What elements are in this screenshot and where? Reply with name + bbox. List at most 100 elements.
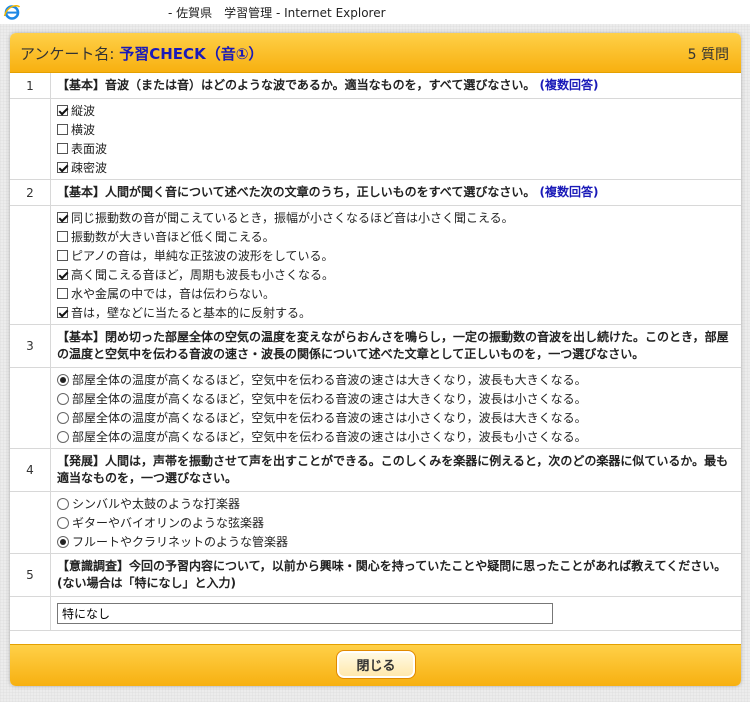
close-button[interactable]: 閉じる bbox=[336, 650, 416, 679]
checkbox-checked[interactable] bbox=[57, 162, 68, 173]
survey-footer: 閉じる bbox=[10, 644, 741, 686]
radio-option[interactable]: フルートやクラリネットのような管楽器 bbox=[57, 532, 735, 551]
question-row: 4 【発展】人間は，声帯を振動させて声を出すことができる。このしくみを楽器に例える… bbox=[10, 448, 741, 492]
radio-unselected[interactable] bbox=[57, 497, 69, 510]
checkbox-option[interactable]: 横波 bbox=[57, 120, 735, 139]
survey-panel: アンケート名: 予習CHECK（音①） 5 質問 1 【基本】音波（または音）はど… bbox=[10, 33, 741, 686]
option-label: 振動数が大きい音ほど低く聞こえる。 bbox=[71, 230, 275, 244]
option-label: ギターやバイオリンのような弦楽器 bbox=[72, 516, 265, 530]
answer-options: 部屋全体の温度が高くなるほど，空気中を伝わる音波の速さは大きくなり，波長も大きく… bbox=[50, 367, 741, 449]
option-label: 表面波 bbox=[71, 142, 108, 156]
question-row: 1 【基本】音波（または音）はどのような波であるか。適当なものを，すべて選びなさい… bbox=[10, 73, 741, 99]
radio-option[interactable]: 部屋全体の温度が高くなるほど，空気中を伝わる音波の速さは小さくなり，波長も小さく… bbox=[57, 427, 735, 446]
checkbox-checked[interactable] bbox=[57, 212, 68, 223]
question-text-cell: 【基本】閉め切った部屋全体の空気の温度を変えながらおんさを鳴らし，一定の振動数の… bbox=[50, 324, 741, 368]
checkbox-checked[interactable] bbox=[57, 307, 68, 318]
radio-unselected[interactable] bbox=[57, 516, 69, 529]
answer-options: 縦波横波表面波疎密波 bbox=[50, 98, 741, 180]
radio-option[interactable]: 部屋全体の温度が高くなるほど，空気中を伝わる音波の速さは大きくなり，波長も大きく… bbox=[57, 370, 735, 389]
answer-number-spacer bbox=[10, 367, 51, 449]
radio-option[interactable]: 部屋全体の温度が高くなるほど，空気中を伝わる音波の速さは大きくなり，波長は小さく… bbox=[57, 389, 735, 408]
question-text: 【基本】閉め切った部屋全体の空気の温度を変えながらおんさを鳴らし，一定の振動数の… bbox=[57, 330, 729, 361]
question-text: 【発展】人間は，声帯を振動させて声を出すことができる。このしくみを楽器に例えると… bbox=[57, 454, 729, 485]
free-text-answer-input[interactable] bbox=[57, 603, 553, 624]
checkbox-unchecked[interactable] bbox=[57, 288, 68, 299]
option-label: フルートやクラリネットのような管楽器 bbox=[72, 535, 289, 549]
radio-unselected[interactable] bbox=[57, 430, 69, 443]
answer-number-spacer bbox=[10, 491, 51, 554]
option-label: 疎密波 bbox=[71, 161, 108, 175]
answer-options bbox=[50, 596, 741, 631]
option-label: 部屋全体の温度が高くなるほど，空気中を伝わる音波の速さは大きくなり，波長は小さく… bbox=[72, 392, 587, 406]
checkbox-option[interactable]: 同じ振動数の音が聞こえているとき，振幅が小さくなるほど音は小さく聞こえる。 bbox=[57, 208, 735, 227]
checkbox-option[interactable]: 音は，壁などに当たると基本的に反射する。 bbox=[57, 303, 735, 322]
question-text: 【基本】音波（または音）はどのような波であるか。適当なものを，すべて選びなさい。 bbox=[57, 78, 536, 92]
survey-label-prefix: アンケート名: bbox=[20, 45, 115, 63]
radio-option[interactable]: シンバルや太鼓のような打楽器 bbox=[57, 494, 735, 513]
question-number: 2 bbox=[10, 179, 51, 206]
multiple-answer-tag: (複数回答) bbox=[539, 78, 599, 92]
window-title: - 佐賀県 学習管理 - Internet Explorer bbox=[168, 6, 386, 20]
question-table: 1 【基本】音波（または音）はどのような波であるか。適当なものを，すべて選びなさい… bbox=[10, 73, 741, 631]
option-label: 縦波 bbox=[71, 104, 96, 118]
answer-options: 同じ振動数の音が聞こえているとき，振幅が小さくなるほど音は小さく聞こえる。 振動数… bbox=[50, 205, 741, 325]
checkbox-checked[interactable] bbox=[57, 105, 68, 116]
question-row: 2 【基本】人間が聞く音について述べた次の文章のうち，正しいものをすべて選びなさい… bbox=[10, 179, 741, 206]
checkbox-option[interactable]: 疎密波 bbox=[57, 158, 735, 177]
question-number: 3 bbox=[10, 324, 51, 368]
checkbox-option[interactable]: 振動数が大きい音ほど低く聞こえる。 bbox=[57, 227, 735, 246]
multiple-answer-tag: (複数回答) bbox=[539, 185, 599, 199]
option-label: 同じ振動数の音が聞こえているとき，振幅が小さくなるほど音は小さく聞こえる。 bbox=[71, 211, 514, 225]
radio-selected[interactable] bbox=[57, 535, 69, 548]
checkbox-option[interactable]: 縦波 bbox=[57, 101, 735, 120]
radio-option[interactable]: ギターやバイオリンのような弦楽器 bbox=[57, 513, 735, 532]
answer-row bbox=[10, 596, 741, 631]
option-label: 部屋全体の温度が高くなるほど，空気中を伝わる音波の速さは大きくなり，波長も大きく… bbox=[72, 373, 587, 387]
answer-number-spacer bbox=[10, 205, 51, 325]
checkbox-option[interactable]: 高く聞こえる音ほど，周期も波長も小さくなる。 bbox=[57, 265, 735, 284]
checkbox-option[interactable]: 表面波 bbox=[57, 139, 735, 158]
survey-name: 予習CHECK（音①） bbox=[119, 45, 264, 63]
question-text: 【意識調査】今回の予習内容について，以前から興味・関心を持っていたことや疑問に思… bbox=[57, 559, 727, 590]
radio-selected[interactable] bbox=[57, 373, 69, 386]
checkbox-unchecked[interactable] bbox=[57, 124, 68, 135]
answer-options: シンバルや太鼓のような打楽器ギターやバイオリンのような弦楽器フルートやクラリネッ… bbox=[50, 491, 741, 554]
answer-row: 部屋全体の温度が高くなるほど，空気中を伝わる音波の速さは大きくなり，波長も大きく… bbox=[10, 367, 741, 449]
option-label: シンバルや太鼓のような打楽器 bbox=[72, 497, 241, 511]
radio-option[interactable]: 部屋全体の温度が高くなるほど，空気中を伝わる音波の速さは小さくなり，波長は大きく… bbox=[57, 408, 735, 427]
survey-name-label: アンケート名: 予習CHECK（音①） bbox=[20, 43, 263, 64]
answer-row: 同じ振動数の音が聞こえているとき，振幅が小さくなるほど音は小さく聞こえる。 振動数… bbox=[10, 205, 741, 325]
checkbox-option[interactable]: ピアノの音は，単純な正弦波の波形をしている。 bbox=[57, 246, 735, 265]
answer-number-spacer bbox=[10, 98, 51, 180]
option-label: 音は，壁などに当たると基本的に反射する。 bbox=[71, 306, 312, 320]
checkbox-unchecked[interactable] bbox=[57, 231, 68, 242]
option-label: 高く聞こえる音ほど，周期も波長も小さくなる。 bbox=[71, 268, 335, 282]
option-label: 部屋全体の温度が高くなるほど，空気中を伝わる音波の速さは小さくなり，波長も小さく… bbox=[72, 430, 587, 444]
question-number: 4 bbox=[10, 448, 51, 492]
window-titlebar: - 佐賀県 学習管理 - Internet Explorer bbox=[0, 0, 750, 24]
answer-number-spacer bbox=[10, 596, 51, 631]
question-text-cell: 【基本】音波（または音）はどのような波であるか。適当なものを，すべて選びなさい。… bbox=[50, 73, 741, 99]
question-text-cell: 【基本】人間が聞く音について述べた次の文章のうち，正しいものをすべて選びなさい。… bbox=[50, 179, 741, 206]
question-number: 5 bbox=[10, 553, 51, 597]
option-label: 部屋全体の温度が高くなるほど，空気中を伝わる音波の速さは小さくなり，波長は大きく… bbox=[72, 411, 587, 425]
answer-row: 縦波横波表面波疎密波 bbox=[10, 98, 741, 180]
option-label: 水や金属の中では，音は伝わらない。 bbox=[71, 287, 276, 301]
question-text-cell: 【発展】人間は，声帯を振動させて声を出すことができる。このしくみを楽器に例えると… bbox=[50, 448, 741, 492]
survey-header: アンケート名: 予習CHECK（音①） 5 質問 bbox=[10, 33, 741, 73]
question-count: 5 質問 bbox=[687, 47, 729, 63]
question-number: 1 bbox=[10, 73, 51, 99]
internet-explorer-icon bbox=[3, 4, 21, 20]
question-row: 3 【基本】閉め切った部屋全体の空気の温度を変えながらおんさを鳴らし，一定の振動数… bbox=[10, 324, 741, 368]
question-list: 1 【基本】音波（または音）はどのような波であるか。適当なものを，すべて選びなさい… bbox=[10, 73, 741, 645]
checkbox-checked[interactable] bbox=[57, 269, 68, 280]
answer-row: シンバルや太鼓のような打楽器ギターやバイオリンのような弦楽器フルートやクラリネッ… bbox=[10, 491, 741, 554]
checkbox-unchecked[interactable] bbox=[57, 143, 68, 154]
question-row: 5 【意識調査】今回の予習内容について，以前から興味・関心を持っていたことや疑問に… bbox=[10, 553, 741, 597]
radio-unselected[interactable] bbox=[57, 392, 69, 405]
checkbox-option[interactable]: 水や金属の中では，音は伝わらない。 bbox=[57, 284, 735, 303]
radio-unselected[interactable] bbox=[57, 411, 69, 424]
option-label: 横波 bbox=[71, 123, 96, 137]
checkbox-unchecked[interactable] bbox=[57, 250, 68, 261]
question-text-cell: 【意識調査】今回の予習内容について，以前から興味・関心を持っていたことや疑問に思… bbox=[50, 553, 741, 597]
